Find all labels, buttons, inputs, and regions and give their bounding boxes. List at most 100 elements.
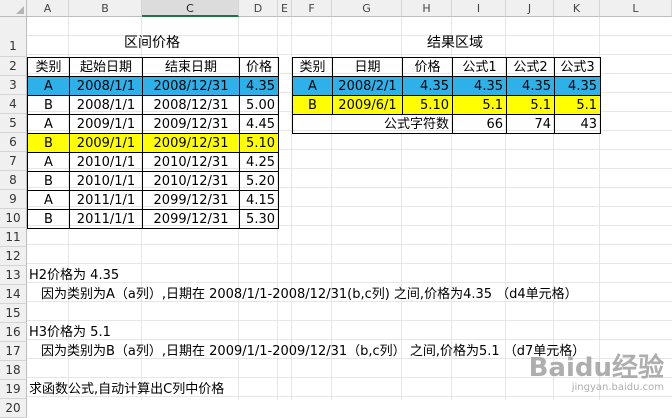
note-h3-explain: 因为类别为B（a列）,日期在 2009/1/1-2009/12/31（b,c列）… bbox=[41, 344, 586, 359]
table-cell[interactable]: 2009/6/1 bbox=[332, 95, 403, 115]
table-cell[interactable]: 2008/2/1 bbox=[332, 76, 403, 96]
table-cell[interactable]: 2099/12/31 bbox=[142, 190, 240, 210]
row-header-14[interactable]: 14 bbox=[0, 285, 27, 304]
row-header-8[interactable]: 8 bbox=[0, 171, 27, 190]
row-header-2[interactable]: 2 bbox=[0, 57, 27, 76]
table-cell[interactable]: 4.35 bbox=[554, 76, 601, 96]
row-header-6[interactable]: 6 bbox=[0, 133, 27, 152]
left-table-title: 区间价格 bbox=[124, 35, 180, 51]
row-header-9[interactable]: 9 bbox=[0, 190, 27, 209]
note-h2: H2价格为 4.35 bbox=[29, 268, 120, 283]
table-cell[interactable]: A bbox=[27, 190, 70, 210]
row-header-15[interactable]: 15 bbox=[0, 304, 27, 323]
table-cell[interactable]: 2011/1/1 bbox=[69, 190, 143, 210]
table-header-cell[interactable]: 公式3 bbox=[554, 57, 601, 77]
row-header-12[interactable]: 12 bbox=[0, 247, 27, 266]
table-cell[interactable]: 4.15 bbox=[239, 190, 279, 210]
table-header-cell[interactable]: 公式1 bbox=[452, 57, 507, 77]
row-header-5[interactable]: 5 bbox=[0, 114, 27, 133]
col-header-l[interactable]: L bbox=[600, 0, 672, 17]
table-cell[interactable]: 2099/12/31 bbox=[142, 209, 240, 229]
col-header-j[interactable]: J bbox=[506, 0, 554, 17]
table-cell[interactable]: B bbox=[27, 133, 70, 153]
note-h3: H3价格为 5.1 bbox=[29, 325, 111, 340]
table-cell[interactable]: 4.25 bbox=[239, 152, 279, 172]
row-header-16[interactable]: 16 bbox=[0, 323, 27, 342]
col-header-c[interactable]: C bbox=[142, 0, 239, 17]
note-task: 求函数公式,自动计算出C列中价格 bbox=[29, 382, 225, 397]
table-cell[interactable]: 4.35 bbox=[452, 76, 507, 96]
row-header-11[interactable]: 11 bbox=[0, 228, 27, 247]
table-cell[interactable]: 2010/1/1 bbox=[69, 152, 143, 172]
table-header-cell[interactable]: 类别 bbox=[292, 57, 333, 77]
row-header-17[interactable]: 17 bbox=[0, 342, 27, 361]
col-header-a[interactable]: A bbox=[27, 0, 69, 17]
table-cell[interactable]: B bbox=[292, 95, 333, 115]
table-header-cell[interactable]: 结束日期 bbox=[142, 57, 240, 77]
table-cell[interactable]: A bbox=[27, 114, 70, 134]
table-cell[interactable]: B bbox=[27, 95, 70, 115]
count-label: 公式字符数 bbox=[383, 117, 449, 132]
table-cell[interactable]: 4.45 bbox=[239, 114, 279, 134]
col-header-g[interactable]: G bbox=[332, 0, 402, 17]
col-header-d[interactable]: D bbox=[239, 0, 278, 17]
right-table-title: 结果区域 bbox=[427, 35, 483, 51]
table-cell[interactable]: 5.00 bbox=[239, 95, 279, 115]
table-cell[interactable]: 2009/1/1 bbox=[69, 133, 143, 153]
table-cell[interactable]: 5.10 bbox=[239, 133, 279, 153]
table-cell[interactable]: 2009/1/1 bbox=[69, 114, 143, 134]
table-cell[interactable]: 2010/1/1 bbox=[69, 171, 143, 191]
table-header-cell[interactable]: 价格 bbox=[239, 57, 279, 77]
table-cell[interactable]: 5.30 bbox=[239, 209, 279, 229]
table-header-cell[interactable]: 起始日期 bbox=[69, 57, 143, 77]
table-cell[interactable]: A bbox=[27, 76, 70, 96]
table-header-cell[interactable]: 日期 bbox=[332, 57, 403, 77]
table-cell[interactable]: 2008/1/1 bbox=[69, 95, 143, 115]
row-header-1[interactable]: 1 bbox=[0, 17, 27, 57]
table-cell[interactable]: 5.1 bbox=[506, 95, 555, 115]
row-header-19[interactable]: 19 bbox=[0, 380, 27, 399]
table-cell[interactable]: 2008/12/31 bbox=[142, 76, 240, 96]
count-cell[interactable]: 43 bbox=[554, 114, 601, 134]
col-header-e[interactable]: E bbox=[278, 0, 292, 17]
table-cell[interactable]: 2009/12/31 bbox=[142, 114, 240, 134]
table-cell[interactable]: 5.10 bbox=[402, 95, 453, 115]
watermark-brand: Baidu经验 bbox=[528, 353, 664, 383]
table-cell[interactable]: 4.35 bbox=[506, 76, 555, 96]
table-cell[interactable]: 2011/1/1 bbox=[69, 209, 143, 229]
table-cell[interactable]: 4.35 bbox=[239, 76, 279, 96]
row-header-3[interactable]: 3 bbox=[0, 76, 27, 95]
table-cell[interactable]: 2010/12/31 bbox=[142, 152, 240, 172]
table-cell[interactable]: 4.35 bbox=[402, 76, 453, 96]
table-cell[interactable]: 2009/12/31 bbox=[142, 133, 240, 153]
row-header-20[interactable]: 20 bbox=[0, 399, 27, 418]
row-header-7[interactable]: 7 bbox=[0, 152, 27, 171]
row-header-4[interactable]: 4 bbox=[0, 95, 27, 114]
table-cell[interactable]: B bbox=[27, 209, 70, 229]
col-header-f[interactable]: F bbox=[292, 0, 332, 17]
table-cell[interactable]: 2008/1/1 bbox=[69, 76, 143, 96]
table-cell[interactable]: 5.1 bbox=[554, 95, 601, 115]
count-cell[interactable]: 74 bbox=[506, 114, 555, 134]
count-cell[interactable]: 66 bbox=[452, 114, 507, 134]
col-header-i[interactable]: I bbox=[452, 0, 506, 17]
row-header-10[interactable]: 10 bbox=[0, 209, 27, 228]
table-header-cell[interactable]: 类别 bbox=[27, 57, 70, 77]
table-cell[interactable]: 2008/12/31 bbox=[142, 95, 240, 115]
table-cell[interactable]: B bbox=[27, 171, 70, 191]
col-header-k[interactable]: K bbox=[554, 0, 600, 17]
table-cell[interactable]: 5.1 bbox=[452, 95, 507, 115]
table-header-cell[interactable]: 价格 bbox=[402, 57, 453, 77]
row-header-18[interactable]: 18 bbox=[0, 361, 27, 380]
watermark-url: jingyan.baidu.com bbox=[571, 382, 664, 393]
col-header-b[interactable]: B bbox=[69, 0, 142, 17]
count-label-cell[interactable]: 公式字符数 bbox=[292, 114, 453, 134]
row-header-13[interactable]: 13 bbox=[0, 266, 27, 285]
table-header-cell[interactable]: 公式2 bbox=[506, 57, 555, 77]
select-all-corner[interactable] bbox=[0, 0, 27, 17]
col-header-h[interactable]: H bbox=[402, 0, 452, 17]
table-cell[interactable]: 5.20 bbox=[239, 171, 279, 191]
table-cell[interactable]: A bbox=[27, 152, 70, 172]
table-cell[interactable]: A bbox=[292, 76, 333, 96]
table-cell[interactable]: 2010/12/31 bbox=[142, 171, 240, 191]
